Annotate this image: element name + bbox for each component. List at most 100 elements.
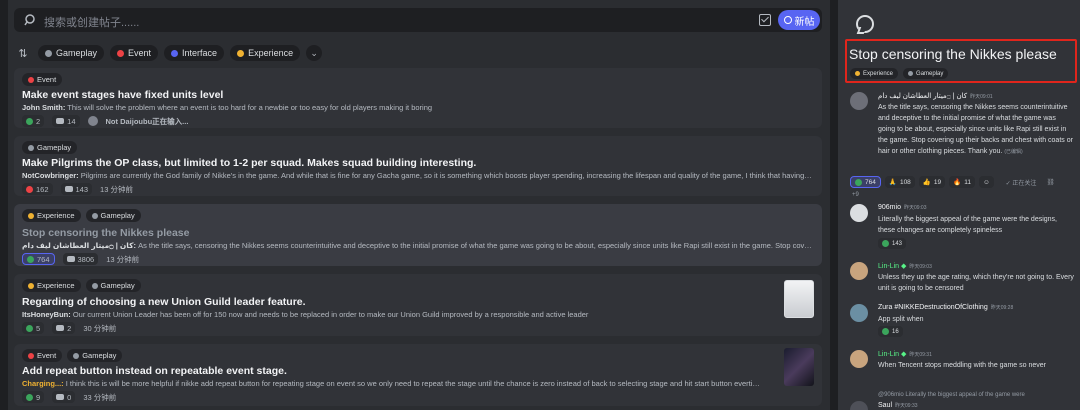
- post-excerpt: NotCowbringer: Pilgrims are currently th…: [22, 171, 812, 180]
- sort-icon[interactable]: ⇅: [14, 44, 32, 62]
- username[interactable]: Lin-Lin ◆ 昨天09:31: [878, 350, 932, 358]
- new-post-label: 新帖: [794, 16, 815, 28]
- heart-emoji-icon: [26, 185, 33, 193]
- message-body: Literally the biggest appeal of the game…: [878, 216, 1058, 234]
- avatar[interactable]: [850, 262, 868, 280]
- check-emoji-icon: [26, 117, 33, 125]
- post-tag: Gameplay: [22, 141, 78, 154]
- username[interactable]: Zura #NIKKEDestructionOfClothing 昨天09:28: [878, 304, 1013, 311]
- post-card[interactable]: Event Gameplay Add repeat button instead…: [14, 344, 822, 406]
- timestamp: 昨天09:28: [990, 305, 1014, 311]
- thread-tags: Experience Gameplay: [850, 68, 949, 79]
- avatar[interactable]: [850, 401, 868, 410]
- avatar[interactable]: [850, 350, 868, 368]
- reaction-count[interactable]: 162: [22, 183, 53, 195]
- reaction-count[interactable]: 9: [22, 391, 45, 403]
- link-icon[interactable]: ⛓: [1046, 178, 1054, 186]
- more-reactions[interactable]: +9: [852, 192, 859, 198]
- follow-button[interactable]: ✓ 正在关注: [1006, 178, 1037, 187]
- post-excerpt: ItsHoneyBun: Our current Union Leader ha…: [22, 310, 589, 319]
- add-reaction-icon[interactable]: ☺: [978, 176, 994, 188]
- reaction-count[interactable]: 5: [22, 322, 45, 334]
- check-emoji-icon: [882, 328, 889, 335]
- reply-quote[interactable]: @906mio Literally the biggest appeal of …: [878, 392, 1025, 398]
- chip-label: Gameplay: [56, 48, 98, 58]
- post-title[interactable]: Make Pilgrims the OP class, but limited …: [22, 157, 476, 169]
- reaction-pray[interactable]: 🙏 108: [884, 176, 915, 188]
- comment-count: 0: [52, 391, 76, 403]
- check-emoji-icon: [26, 324, 33, 332]
- post-title[interactable]: Add repeat button instead on repeatable …: [22, 365, 287, 377]
- post-meta: 5 2 30 分钟前: [22, 322, 116, 334]
- comment-icon: [56, 118, 65, 124]
- reaction-count[interactable]: 764: [22, 253, 55, 265]
- username[interactable]: Saul 昨天09:33: [878, 402, 918, 409]
- filter-bar: ⇅ Gameplay Event Interface Experience ⌄: [14, 44, 323, 62]
- panel-divider[interactable]: [830, 0, 838, 410]
- avatar[interactable]: [850, 92, 868, 110]
- post-card[interactable]: Experience Gameplay Regarding of choosin…: [14, 274, 822, 336]
- post-title[interactable]: Regarding of choosing a new Union Guild …: [22, 296, 306, 308]
- post-excerpt: John Smith: This will solve the problem …: [22, 103, 433, 112]
- thread-title: Stop censoring the Nikkes please: [849, 46, 1057, 62]
- timestamp: 昨天09:33: [895, 403, 918, 409]
- new-post-button[interactable]: 新帖: [778, 10, 820, 30]
- new-post-icon: [783, 16, 792, 24]
- post-title[interactable]: Stop censoring the Nikkes please: [22, 227, 189, 239]
- reaction-count[interactable]: 2: [22, 115, 45, 127]
- username[interactable]: كان | ۝ميتار العطاشان ليف دام 昨天09:01: [878, 92, 993, 100]
- reply-reaction[interactable]: 143: [878, 238, 907, 249]
- post-card[interactable]: Gameplay Make Pilgrims the OP class, but…: [14, 136, 822, 196]
- chip-label: Interface: [182, 48, 218, 58]
- pray-emoji-icon: 🙏: [888, 179, 897, 186]
- message-body: App split when: [878, 316, 924, 323]
- filter-chip-experience[interactable]: Experience: [230, 45, 301, 61]
- comment-icon: [64, 186, 73, 192]
- check-emoji-icon: [27, 255, 34, 263]
- chip-label: Event: [128, 48, 152, 58]
- search-icon: [24, 14, 35, 26]
- thumbs-up-icon: 👍: [922, 179, 931, 186]
- post-title[interactable]: Make event stages have fixed units level: [22, 89, 223, 101]
- filter-chip-event[interactable]: Event: [110, 45, 159, 61]
- post-time: 33 分钟前: [83, 392, 117, 402]
- checkbox-icon[interactable]: [759, 14, 771, 26]
- post-tag: Gameplay: [67, 349, 123, 362]
- reaction-thumb[interactable]: 👍 19: [918, 176, 946, 188]
- comment-icon: [56, 394, 65, 400]
- username[interactable]: 906mio 昨天09:03: [878, 204, 926, 211]
- avatar[interactable]: [850, 304, 868, 322]
- avatar: [87, 116, 98, 126]
- chevron-down-icon[interactable]: ⌄: [306, 45, 323, 61]
- post-thumbnail[interactable]: [784, 348, 814, 386]
- post-excerpt: كان | ۝ميتار العطاشان ليف دام: As the ti…: [22, 241, 812, 250]
- post-thumbnail[interactable]: [784, 280, 814, 318]
- post-time: 13 分钟前: [100, 184, 133, 194]
- interface-tag-icon: [171, 49, 179, 57]
- post-card[interactable]: Event Make event stages have fixed units…: [14, 68, 822, 128]
- comment-count: 143: [60, 183, 93, 195]
- timestamp: 昨天09:01: [970, 94, 993, 100]
- reaction-fire[interactable]: 🔥 11: [949, 176, 975, 188]
- reaction-check[interactable]: 764: [850, 176, 881, 188]
- avatar[interactable]: [850, 204, 868, 222]
- search-bar[interactable]: 搜索或创建帖子...... 新帖: [14, 8, 822, 32]
- check-emoji-icon: [882, 240, 889, 247]
- thread-tag: Experience: [850, 68, 899, 79]
- thread-panel: Stop censoring the Nikkes please Experie…: [838, 0, 1080, 410]
- check-emoji-icon: [855, 178, 862, 186]
- search-input[interactable]: 搜索或创建帖子......: [44, 14, 139, 30]
- reply-reaction[interactable]: 16: [878, 326, 903, 337]
- badge-icon: ◆: [900, 263, 907, 270]
- post-card-active[interactable]: Experience Gameplay Stop censoring the N…: [14, 204, 822, 266]
- filter-chip-interface[interactable]: Interface: [164, 45, 225, 61]
- post-tag: Gameplay: [85, 209, 141, 222]
- event-tag-icon: [117, 49, 125, 57]
- post-tag: Event: [22, 73, 63, 86]
- thread-icon: [856, 15, 874, 33]
- typing-status: Not Daijoubu正在输入...: [105, 116, 189, 126]
- username[interactable]: Lin-Lin ◆ 昨天09:03: [878, 262, 932, 270]
- post-tag: Experience: [22, 209, 81, 222]
- filter-chip-gameplay[interactable]: Gameplay: [38, 45, 105, 61]
- post-excerpt: Charging...: I think this is will be mor…: [22, 379, 762, 388]
